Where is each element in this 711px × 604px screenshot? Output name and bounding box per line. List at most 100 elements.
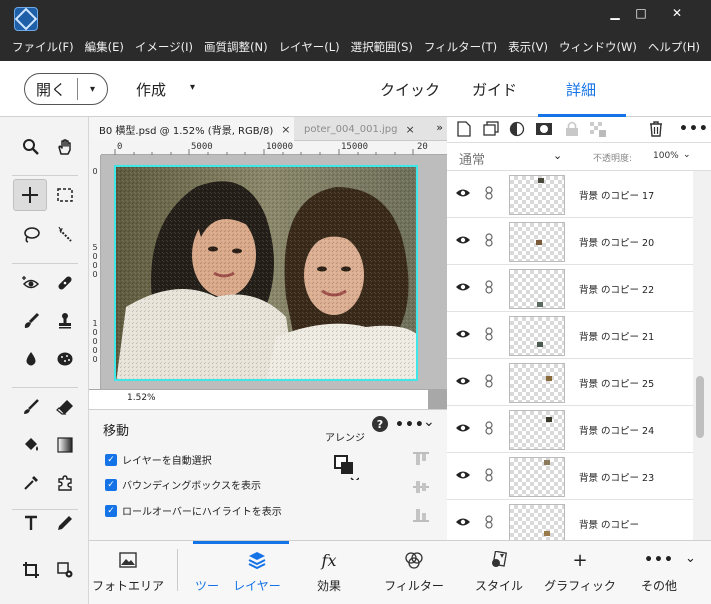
clone-stamp-tool[interactable] bbox=[48, 305, 82, 337]
menu-window[interactable]: ウィンドウ(W) bbox=[559, 39, 637, 55]
move-tool[interactable] bbox=[13, 179, 47, 211]
menu-filter[interactable]: フィルター(T) bbox=[424, 39, 497, 55]
highlight-on-rollover-checkbox[interactable]: ✓ ロールオーバーにハイライトを表示 bbox=[105, 503, 282, 518]
link-icon[interactable] bbox=[485, 421, 493, 435]
recompose-tool[interactable] bbox=[48, 554, 82, 586]
document-image[interactable] bbox=[114, 165, 418, 381]
close-icon[interactable]: × bbox=[281, 123, 290, 136]
tab-quick[interactable]: クイック bbox=[380, 79, 440, 100]
brush-tool[interactable] bbox=[14, 391, 48, 423]
layer-row[interactable]: 背景 のコピー 24 bbox=[447, 406, 693, 453]
create-button[interactable]: 作成 bbox=[136, 79, 166, 100]
trash-icon[interactable] bbox=[649, 121, 663, 137]
chevron-down-icon[interactable]: ⌄ bbox=[685, 551, 696, 566]
new-layer-icon[interactable] bbox=[457, 121, 471, 137]
scrollbar-thumb[interactable] bbox=[696, 376, 704, 438]
lock-transparency-icon[interactable] bbox=[589, 121, 607, 139]
link-icon[interactable] bbox=[485, 468, 493, 482]
align-top-icon[interactable] bbox=[411, 452, 431, 466]
panel-menu-icon[interactable]: ••• bbox=[679, 121, 709, 137]
close-icon[interactable]: × bbox=[405, 123, 414, 136]
layer-row[interactable]: 背景 のコピー bbox=[447, 500, 693, 540]
document-tab[interactable]: poter_004_001.jpg × bbox=[294, 117, 424, 141]
visibility-eye-icon[interactable] bbox=[455, 187, 471, 199]
more-options-icon[interactable]: ••• bbox=[395, 417, 425, 433]
menu-file[interactable]: ファイル(F) bbox=[12, 39, 74, 55]
layer-row[interactable]: 背景 のコピー 20 bbox=[447, 218, 693, 265]
menu-edit[interactable]: 編集(E) bbox=[85, 39, 124, 55]
layers-scrollbar[interactable] bbox=[693, 171, 711, 540]
styles-button[interactable]: スタイル bbox=[469, 541, 529, 604]
document-tab[interactable]: B0 横型.psd @ 1.52% (背景, RGB/8) × bbox=[89, 117, 294, 141]
layer-name[interactable]: 背景 のコピー 17 bbox=[579, 188, 654, 202]
photo-bin-button[interactable]: フォトエリア bbox=[92, 541, 164, 604]
align-middle-icon[interactable] bbox=[411, 480, 431, 494]
checkbox-checked-icon[interactable]: ✓ bbox=[105, 478, 117, 491]
menu-view[interactable]: 表示(V) bbox=[508, 39, 548, 55]
layer-name[interactable]: 背景 のコピー bbox=[579, 517, 639, 531]
maximize-button[interactable]: □ bbox=[626, 4, 656, 22]
layers-button[interactable]: レイヤー bbox=[227, 541, 287, 604]
healing-brush-tool[interactable] bbox=[48, 267, 82, 299]
eyedropper-tool[interactable] bbox=[14, 467, 48, 499]
filters-button[interactable]: フィルター bbox=[379, 541, 449, 604]
close-window-button[interactable]: ✕ bbox=[662, 4, 692, 22]
link-icon[interactable] bbox=[485, 374, 493, 388]
eraser-tool[interactable] bbox=[48, 391, 82, 423]
tab-guided[interactable]: ガイド bbox=[472, 79, 517, 100]
show-bounding-box-checkbox[interactable]: ✓ バウンディングボックスを表示 bbox=[105, 477, 261, 492]
layer-name[interactable]: 背景 のコピー 25 bbox=[579, 376, 654, 390]
open-button[interactable]: 開く ▾ bbox=[24, 73, 108, 105]
menu-select[interactable]: 選択範囲(S) bbox=[351, 39, 413, 55]
layer-name[interactable]: 背景 のコピー 20 bbox=[579, 235, 654, 249]
chevron-down-icon[interactable]: ⌄ bbox=[553, 149, 562, 162]
menu-enhance[interactable]: 画質調整(N) bbox=[204, 39, 268, 55]
gradient-tool[interactable] bbox=[48, 429, 82, 461]
hand-tool[interactable] bbox=[48, 131, 82, 163]
help-icon[interactable]: ? bbox=[372, 416, 388, 432]
type-tool[interactable] bbox=[14, 507, 48, 539]
layer-name[interactable]: 背景 のコピー 23 bbox=[579, 470, 654, 484]
visibility-eye-icon[interactable] bbox=[455, 234, 471, 246]
menu-image[interactable]: イメージ(I) bbox=[135, 39, 193, 55]
layer-row[interactable]: 背景 のコピー 17 bbox=[447, 171, 693, 218]
paint-bucket-tool[interactable] bbox=[14, 429, 48, 461]
smart-brush-tool[interactable] bbox=[14, 305, 48, 337]
layer-row[interactable]: 背景 のコピー 23 bbox=[447, 453, 693, 500]
menu-help[interactable]: ヘルプ(H) bbox=[648, 39, 700, 55]
layer-name[interactable]: 背景 のコピー 21 bbox=[579, 329, 654, 343]
visibility-eye-icon[interactable] bbox=[455, 328, 471, 340]
link-icon[interactable] bbox=[485, 186, 493, 200]
chevron-down-icon[interactable]: ▾ bbox=[190, 82, 195, 93]
arrange-icon[interactable] bbox=[333, 454, 359, 480]
visibility-eye-icon[interactable] bbox=[455, 281, 471, 293]
tool-options-button[interactable]: ツー bbox=[189, 541, 225, 604]
adjustment-layer-icon[interactable] bbox=[509, 121, 525, 137]
marquee-tool[interactable] bbox=[48, 179, 82, 211]
add-mask-icon[interactable] bbox=[535, 121, 553, 137]
lasso-tool[interactable] bbox=[14, 219, 48, 251]
menu-layer[interactable]: レイヤー(L) bbox=[279, 39, 340, 55]
zoom-tool[interactable] bbox=[14, 131, 48, 163]
link-icon[interactable] bbox=[485, 280, 493, 294]
visibility-eye-icon[interactable] bbox=[455, 422, 471, 434]
align-bottom-icon[interactable] bbox=[411, 508, 431, 522]
lock-icon[interactable] bbox=[565, 121, 579, 137]
checkbox-checked-icon[interactable]: ✓ bbox=[105, 504, 117, 517]
visibility-eye-icon[interactable] bbox=[455, 375, 471, 387]
blur-tool[interactable] bbox=[14, 343, 48, 375]
layer-row[interactable]: 背景 のコピー 22 bbox=[447, 265, 693, 312]
collapse-icon[interactable]: ⌄ bbox=[423, 414, 436, 430]
quick-selection-tool[interactable] bbox=[48, 219, 82, 251]
layer-name[interactable]: 背景 のコピー 22 bbox=[579, 282, 654, 296]
more-button[interactable]: ••• その他 bbox=[635, 541, 683, 604]
pencil-tool[interactable] bbox=[48, 507, 82, 539]
auto-select-layer-checkbox[interactable]: ✓ レイヤーを自動選択 bbox=[105, 452, 212, 467]
visibility-eye-icon[interactable] bbox=[455, 516, 471, 528]
link-icon[interactable] bbox=[485, 327, 493, 341]
sponge-tool[interactable] bbox=[48, 343, 82, 375]
checkbox-checked-icon[interactable]: ✓ bbox=[105, 453, 117, 466]
visibility-eye-icon[interactable] bbox=[455, 469, 471, 481]
link-icon[interactable] bbox=[485, 233, 493, 247]
chevron-down-icon[interactable]: ⌄ bbox=[683, 150, 691, 160]
